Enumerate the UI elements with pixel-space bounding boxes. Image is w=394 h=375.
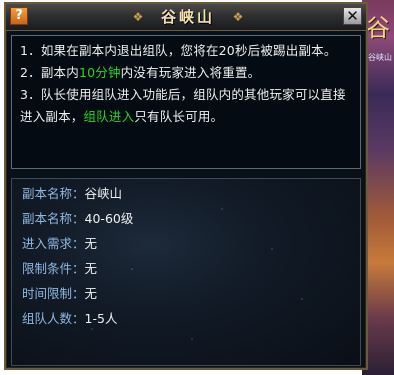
scene-sign-glyph: 谷 <box>366 14 390 42</box>
info-value: 1-5人 <box>84 311 118 326</box>
info-value: 谷峡山 <box>84 186 123 201</box>
game-screen: 谷 谷峡山 ? ❖ 谷峡山 ❖ ✕ 1．如果在副本内退出组队，您将在20秒后被踢… <box>0 0 394 375</box>
rule-3: 3．队长使用组队进入功能后，组队内的其他玩家可以直接进入副本，组队进入只有队长可… <box>20 84 352 128</box>
left-ornament-icon: ❖ <box>132 10 144 24</box>
info-value: 无 <box>84 261 98 276</box>
rule-2: 2．副本内10分钟内没有玩家进入将重置。 <box>20 62 352 84</box>
title-banner: ❖ 谷峡山 ❖ <box>126 6 250 28</box>
scene-sign-text: 谷峡山 <box>368 53 392 62</box>
info-row-level: 副本名称：40-60级 <box>22 211 134 226</box>
rule-3-highlight: 组队进入 <box>83 109 135 124</box>
rule-2-highlight: 10分钟 <box>78 65 121 80</box>
info-value: 无 <box>84 236 98 251</box>
info-label: 副本名称 <box>22 186 73 201</box>
info-row-entry-requirement: 进入需求：无 <box>22 236 98 251</box>
dungeon-info-panel: 副本名称：谷峡山 副本名称：40-60级 进入需求：无 限制条件：无 时间限制：… <box>11 178 361 366</box>
info-label: 时间限制 <box>22 286 73 301</box>
info-value: 40-60级 <box>84 211 134 226</box>
rule-2-text-after: 内没有玩家进入将重置。 <box>120 65 261 80</box>
rule-2-text-before: 2．副本内 <box>20 65 79 80</box>
dialog-titlebar[interactable]: ? ❖ 谷峡山 ❖ ✕ <box>6 4 366 31</box>
info-row-restriction: 限制条件：无 <box>22 261 98 276</box>
dialog-title: 谷峡山 <box>160 8 215 26</box>
rules-panel: 1．如果在副本内退出组队，您将在20秒后被踢出副本。 2．副本内10分钟内没有玩… <box>11 35 361 169</box>
rule-1-text: 1．如果在副本内退出组队，您将在20秒后被踢出副本。 <box>20 43 337 58</box>
info-row-time-limit: 时间限制：无 <box>22 286 98 301</box>
rule-1: 1．如果在副本内退出组队，您将在20秒后被踢出副本。 <box>20 40 352 62</box>
help-button[interactable]: ? <box>10 7 28 25</box>
rule-3-text-after: 只有队长可用。 <box>134 109 224 124</box>
info-value: 无 <box>84 286 98 301</box>
info-label: 副本名称 <box>22 211 73 226</box>
right-ornament-icon: ❖ <box>232 10 244 24</box>
info-label: 限制条件 <box>22 261 73 276</box>
info-row-dungeon-name: 副本名称：谷峡山 <box>22 186 123 201</box>
info-label: 组队人数 <box>22 311 73 326</box>
close-button[interactable]: ✕ <box>343 7 362 25</box>
info-label: 进入需求 <box>22 236 73 251</box>
info-row-party-size: 组队人数：1-5人 <box>22 311 118 326</box>
dungeon-info-dialog: ? ❖ 谷峡山 ❖ ✕ 1．如果在副本内退出组队，您将在20秒后被踢出副本。 2… <box>4 2 368 370</box>
